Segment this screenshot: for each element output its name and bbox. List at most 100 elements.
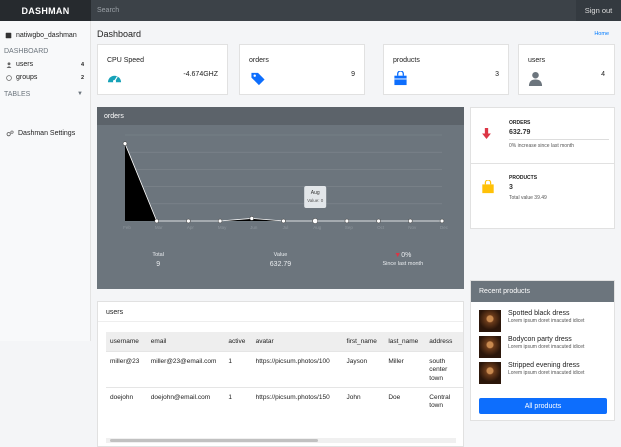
speedometer-icon	[107, 75, 122, 83]
sidebar-tables-label: TABLES	[4, 91, 31, 98]
stat-value: 9	[351, 71, 355, 78]
sidebar-user[interactable]: natiwgbo_dashman	[0, 21, 90, 39]
data-point[interactable]	[344, 218, 350, 224]
all-products-button[interactable]: All products	[479, 398, 607, 414]
table-cell: https://picsum.photos/100	[251, 350, 343, 387]
column-header[interactable]: address	[425, 332, 463, 351]
users-table-title: users	[98, 302, 463, 322]
sign-out-link[interactable]: Sign out	[576, 6, 621, 15]
products-summary-card: PRODUCTS 3 Total value 39.49	[470, 163, 615, 229]
series-line	[124, 143, 442, 222]
users-table: username email active avatar first_name …	[106, 332, 463, 423]
table-cell: https://picsum.photos/150	[251, 386, 343, 423]
column-header[interactable]: last_name	[384, 332, 426, 351]
sidebar-item-label: Dashman Settings	[18, 130, 76, 137]
data-point[interactable]	[154, 218, 159, 224]
sidebar-item-groups[interactable]: groups 2	[0, 68, 90, 81]
product-thumbnail	[479, 336, 501, 358]
product-description: Lorem ipsum doret imacuted idicet	[508, 318, 585, 324]
x-tick-label: Feb	[123, 225, 131, 230]
data-point[interactable]	[122, 141, 128, 146]
tooltip-value: Value: 0	[307, 198, 324, 203]
column-header[interactable]: active	[224, 332, 252, 351]
sidebar-heading-dashboard: DASHBOARD	[4, 48, 49, 55]
data-point[interactable]	[217, 218, 223, 224]
data-point[interactable]	[186, 218, 191, 224]
tooltip-label: Aug	[311, 190, 320, 196]
column-header[interactable]: email	[146, 332, 225, 351]
users-table-card: users username email active avatar first…	[97, 301, 464, 447]
tags-icon	[251, 72, 265, 86]
table-cell: doejohn@email.com	[146, 386, 225, 423]
sidebar-tables-toggle[interactable]: TABLES ▼	[0, 81, 90, 98]
x-tick-label: Apr	[187, 225, 195, 230]
top-navbar: DASHMAN Search Sign out	[0, 0, 621, 21]
footer-label: Total	[152, 252, 164, 258]
footer-label: Since last month	[382, 261, 424, 267]
table-row[interactable]: doejohn doejohn@email.com 1 https://pics…	[106, 386, 463, 423]
stat-card-users: users 4	[518, 44, 615, 95]
table-cell: 1	[224, 386, 252, 423]
data-point[interactable]	[249, 216, 255, 221]
x-tick-label: Jul	[283, 225, 289, 230]
footer-value: 632.79	[269, 261, 292, 268]
sidebar: natiwgbo_dashman DASHBOARD users 4 group…	[0, 21, 91, 341]
table-cell: south center town	[425, 350, 463, 387]
footer-value: 9	[156, 261, 161, 268]
horizontal-scrollbar[interactable]	[106, 438, 456, 443]
user-icon	[528, 71, 543, 86]
divider	[509, 139, 609, 140]
sidebar-item-label: users	[16, 61, 34, 68]
column-header[interactable]: avatar	[251, 332, 343, 351]
x-tick-label: Dec	[440, 225, 449, 230]
list-item[interactable]: Bodycon party dress Lorem ipsum doret ima…	[479, 336, 584, 358]
x-tick-label: Mar	[155, 225, 163, 230]
sidebar-item-users[interactable]: users 4	[0, 55, 90, 68]
column-header[interactable]: username	[106, 332, 147, 351]
stat-card-products: products 3	[383, 44, 509, 95]
shopping-bag-icon	[394, 71, 407, 86]
product-name: Bodycon party dress	[508, 336, 572, 343]
data-point[interactable]	[312, 218, 319, 224]
x-tick-label: Sep	[345, 225, 354, 230]
breadcrumb-home[interactable]: Home	[594, 31, 609, 37]
table-cell: Jayson	[342, 350, 385, 387]
scrollbar-thumb[interactable]	[110, 439, 318, 442]
search-input[interactable]: Search	[91, 0, 576, 21]
product-thumbnail	[479, 362, 501, 384]
data-point[interactable]	[281, 218, 286, 224]
stat-value: 4	[601, 71, 605, 78]
sidebar-item-settings[interactable]: Dashman Settings	[0, 98, 90, 137]
stat-value: -4.674GHZ	[183, 71, 218, 78]
sidebar-item-count: 4	[80, 61, 84, 68]
column-header[interactable]: first_name	[342, 332, 385, 351]
arrow-down-icon	[482, 128, 491, 139]
orders-summary-value: 632.79	[509, 129, 531, 136]
brand-logo[interactable]: DASHMAN	[0, 0, 91, 21]
recent-products-card: Recent products Spotted black dress Lorem…	[470, 280, 615, 421]
gears-icon	[6, 130, 14, 137]
table-cell: Central town	[425, 386, 463, 423]
database-icon	[5, 32, 12, 39]
footer-label: Value	[273, 252, 288, 258]
orders-chart-footer: Total 9 Value 632.79 ▼0% Since last mont…	[97, 252, 464, 268]
stat-title: orders	[249, 57, 269, 64]
x-tick-label: Nov	[408, 225, 417, 230]
table-row[interactable]: miller@23 miller@23@email.com 1 https://…	[106, 350, 463, 387]
data-point[interactable]	[439, 218, 445, 224]
stat-card-orders: orders 9	[239, 44, 365, 95]
table-cell: 1	[224, 350, 252, 387]
x-tick-label: Aug	[313, 225, 322, 230]
product-name: Spotted black dress	[508, 310, 570, 317]
x-tick-label: Jun	[250, 225, 258, 230]
table-cell: John	[342, 386, 385, 423]
sidebar-user-name: natiwgbo_dashman	[16, 32, 77, 39]
data-point[interactable]	[408, 218, 413, 224]
data-point[interactable]	[376, 218, 381, 224]
product-description: Lorem ipsum doret imacuted idicet	[508, 344, 585, 350]
sidebar-item-count: 2	[80, 74, 84, 81]
list-item[interactable]: Spotted black dress Lorem ipsum doret ima…	[479, 310, 584, 332]
footer-percent: ▼0%	[342, 252, 464, 259]
footer-total: Total 9	[97, 252, 219, 268]
list-item[interactable]: Stripped evening dress Lorem ipsum doret …	[479, 362, 584, 384]
